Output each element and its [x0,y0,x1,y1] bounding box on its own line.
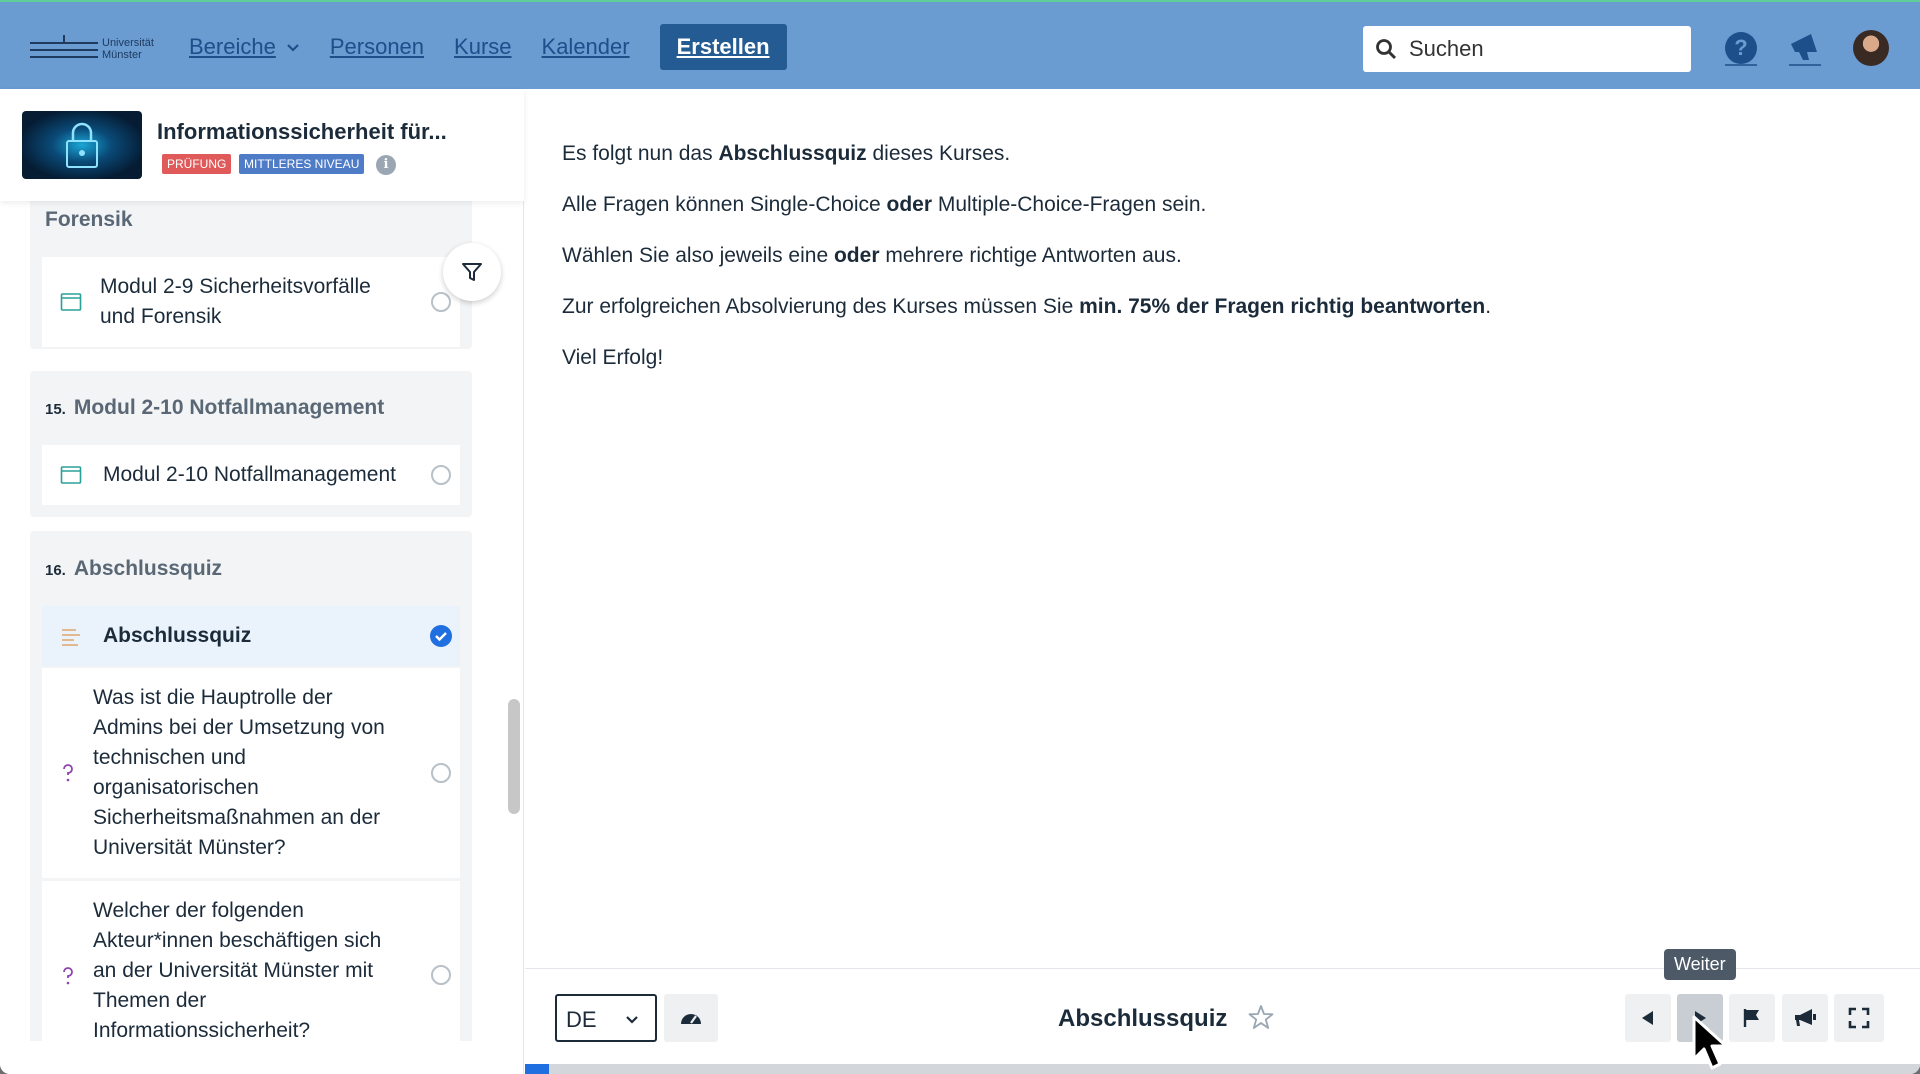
section-title: Abschlussquiz [73,557,223,580]
sidebar-scrollbar[interactable] [508,699,520,814]
mouse-cursor-icon [1692,1015,1728,1070]
question-line: Was ist die Hauptrolle der [93,686,333,709]
item-label: Modul 2-10 Notfallmanagement [103,463,396,486]
text-lines-icon [62,629,80,646]
course-sidebar: Informationssicherheit für... PRÜFUNG MI… [0,89,524,1074]
section-number: 15. [45,401,66,418]
help-icon[interactable]: ? [1723,30,1759,66]
item-label: Abschlussquiz [103,624,252,647]
list-item-active[interactable]: Abschlussquiz [42,606,460,666]
next-tooltip: Weiter [1664,949,1736,980]
info-icon[interactable]: i [376,155,396,175]
question-line: Admins bei der Umsetzung von [93,716,385,739]
course-title: Informationssicherheit für... [157,119,447,144]
search-box[interactable] [1363,26,1691,72]
filter-icon [462,263,482,281]
university-logo[interactable]: Universität Münster [30,28,160,70]
list-item[interactable]: Modul 2-9 Sicherheitsvorfälle und Forens… [42,257,460,347]
instruction-paragraph: Wählen Sie also jeweils eine oder mehrer… [562,244,1182,267]
logo-mark-icon [30,32,98,66]
gauge-icon [681,1014,701,1024]
completed-check-icon [430,625,452,647]
module-icon [60,466,82,484]
question-line: Sicherheitsmaßnahmen an der [93,806,381,829]
logo-text-line1: Universität [102,37,154,49]
status-open-icon [431,965,451,985]
question-icon [63,764,73,782]
speed-button[interactable] [664,994,718,1042]
top-navigation-bar: Universität Münster Bereiche Personen Ku… [0,0,1920,89]
svg-text:?: ? [1734,35,1747,60]
chevron-down-icon [287,43,299,52]
create-button[interactable]: Erstellen [659,23,787,70]
list-item[interactable]: Was ist die Hauptrolle der Admins bei de… [42,668,460,878]
passing-criteria-paragraph: Zur erfolgreichen Absolvierung des Kurse… [562,295,1492,318]
megaphone-icon [1795,1009,1816,1026]
nav-personen[interactable]: Personen [330,34,424,60]
course-header: Informationssicherheit für... PRÜFUNG MI… [0,89,524,201]
app-window: Universität Münster Bereiche Personen Ku… [0,0,1920,1074]
module-icon [60,293,82,311]
question-line: technischen und [93,746,246,769]
question-type-paragraph: Alle Fragen können Single-Choice oder Mu… [562,193,1207,216]
section-forensik: Forensik Modul 2-9 Sicherheitsvorfälle u… [30,201,472,349]
user-avatar[interactable] [1853,30,1889,66]
item-label-line2: und Forensik [100,305,222,328]
feedback-button[interactable] [1782,994,1828,1042]
list-item[interactable]: Welcher der folgenden Akteur*innen besch… [42,881,460,1041]
logo-text-line2: Münster [102,49,142,61]
section-15: 15. Modul 2-10 Notfallmanagement Modul 2-… [30,371,472,517]
fullscreen-icon [1848,1007,1870,1029]
search-input[interactable] [1409,36,1659,62]
chevron-down-icon [626,1016,638,1024]
fullscreen-button[interactable] [1834,994,1884,1042]
notifications-icon[interactable] [1787,30,1823,66]
section-title: Forensik [45,208,133,231]
status-open-icon [431,292,451,312]
search-icon [1376,39,1397,60]
triangle-left-icon [1642,1011,1653,1025]
filter-button[interactable] [443,243,501,301]
main-nav: Bereiche Personen Kurse Kalender Erstell… [189,2,787,91]
intro-paragraph: Es folgt nun das Abschlussquiz dieses Ku… [562,142,1011,165]
question-line: Themen der [93,989,207,1012]
course-outline: Forensik Modul 2-9 Sicherheitsvorfälle u… [0,201,510,1041]
course-thumbnail [22,111,142,179]
status-open-icon [431,465,451,485]
language-select[interactable]: DE [555,994,657,1042]
nav-kalender[interactable]: Kalender [542,34,630,60]
question-line: an der Universität Münster mit [93,959,374,982]
language-value: DE [566,1007,597,1032]
status-open-icon [431,763,451,783]
good-luck-text: Viel Erfolg! [562,346,664,369]
lesson-title: Abschlussquiz [1058,1005,1228,1032]
exam-badge: PRÜFUNG [162,154,232,174]
lesson-content: Es folgt nun das Abschlussquiz dieses Ku… [525,89,1920,969]
nav-bereiche[interactable]: Bereiche [189,34,300,60]
lock-icon [66,122,98,168]
level-badge: MITTLERES NIVEAU [239,154,365,174]
nav-kurse[interactable]: Kurse [454,34,511,60]
lesson-progress-fill [525,1064,549,1074]
section-title: Modul 2-10 Notfallmanagement [73,396,385,419]
flag-icon [1743,1009,1759,1027]
question-line: Welcher der folgenden [93,899,304,922]
section-number: 16. [45,562,66,579]
star-icon[interactable] [1247,1003,1275,1031]
list-item[interactable]: Modul 2-10 Notfallmanagement [42,445,460,505]
question-line: Universität Münster? [93,836,286,859]
bookmark-flag-button[interactable] [1729,994,1775,1042]
question-line: organisatorischen [93,776,259,799]
previous-button[interactable] [1625,994,1671,1042]
nav-bereiche-label: Bereiche [189,33,276,59]
question-line: Informationssicherheit? [93,1019,311,1041]
question-line: Akteur*innen beschäftigen sich [93,929,382,952]
item-label-line1: Modul 2-9 Sicherheitsvorfälle [100,275,371,298]
question-icon [63,967,73,985]
section-16: 16. Abschlussquiz Abschlussquiz Was ist d… [30,531,472,1041]
